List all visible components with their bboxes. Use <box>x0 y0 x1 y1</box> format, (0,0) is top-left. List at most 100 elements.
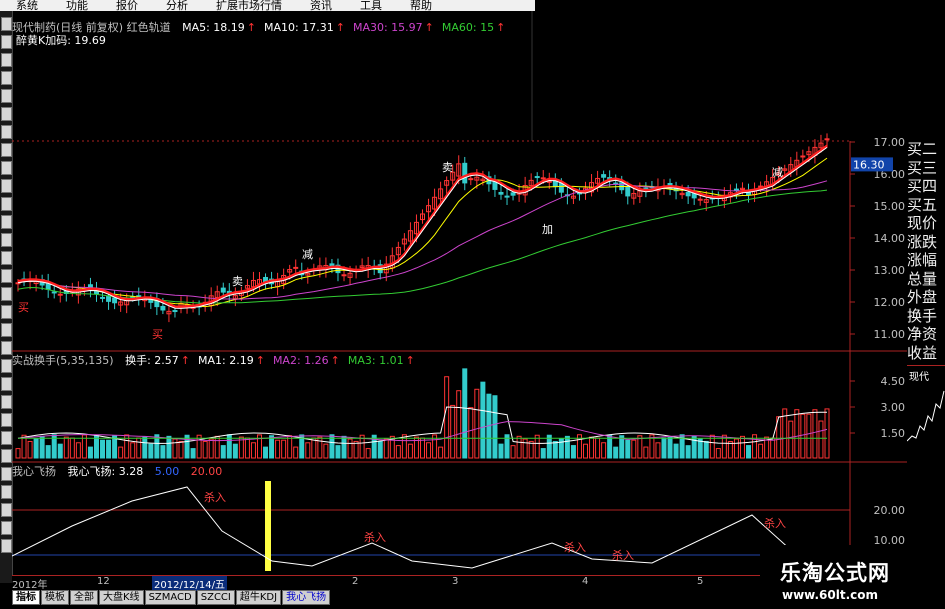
ma-label-arrow-3: ↑ <box>496 21 506 34</box>
toolbar-button-14[interactable] <box>1 269 12 283</box>
candle-body <box>106 296 112 302</box>
mini-chart[interactable]: 现代 <box>907 365 945 486</box>
chart-canvas[interactable]: 卖卖买买减减加 杀入杀入杀入杀入杀入 17.0016.0015.0014.001… <box>11 11 907 583</box>
toolbar-button-11[interactable] <box>1 215 12 229</box>
volume-bar <box>438 446 444 459</box>
volume-bar <box>220 445 226 459</box>
volume-bar <box>733 438 739 459</box>
volume-bar <box>269 435 275 459</box>
volume-bar <box>456 390 462 459</box>
indicator-tabs: 指标 模板 全部 大盘K线 SZMACD SZCCI 超牛KDJ 我心飞扬 <box>12 590 331 605</box>
toolbar-button-19[interactable] <box>1 359 12 373</box>
volume-bar <box>794 409 800 459</box>
toolbar-button-28[interactable] <box>1 521 12 535</box>
volume-bar <box>305 442 311 459</box>
candle-body <box>510 192 516 196</box>
volume-bar <box>75 442 81 459</box>
tab-0[interactable]: 指标 <box>12 590 40 605</box>
menu-tools[interactable]: 工具 <box>360 0 382 11</box>
tab-1[interactable]: 模板 <box>41 590 69 605</box>
menu-extended-market[interactable]: 扩展市场行情 <box>216 0 282 11</box>
toolbar-button-10[interactable] <box>1 197 12 211</box>
marker-reduce-2: 减 <box>772 166 783 179</box>
toolbar-button-26[interactable] <box>1 485 12 499</box>
tab-6[interactable]: 超牛KDJ <box>235 590 282 605</box>
mini-chart-line <box>907 390 945 442</box>
menu-system[interactable]: 系统 <box>16 0 38 11</box>
chart-area[interactable]: 卖卖买买减减加 杀入 杀入 杀入 杀入 杀入 17.00 16.00 15.00 14.00 1… <box>11 11 907 583</box>
toolbar-button-7[interactable] <box>1 143 12 157</box>
watermark: 乐淘公式网 www.60lt.com <box>760 545 945 609</box>
time-label-5: 4 <box>582 576 589 587</box>
toolbar-button-13[interactable] <box>1 251 12 265</box>
marker-add-1: 加 <box>542 223 553 236</box>
ma-label-0: MA5: 18.19 <box>182 21 245 34</box>
toolbar-button-21[interactable] <box>1 395 12 409</box>
marker-buy-2: 买 <box>18 301 29 314</box>
toolbar-button-27[interactable] <box>1 503 12 517</box>
candle-body <box>57 293 63 296</box>
tab-7[interactable]: 我心飞扬 <box>282 590 331 605</box>
volume-bar <box>106 439 112 459</box>
toolbar-button-2[interactable] <box>1 53 12 67</box>
volume-bar <box>407 443 413 459</box>
ma60-line <box>17 189 828 304</box>
menu-quote[interactable]: 报价 <box>116 0 138 11</box>
volume-bar <box>172 438 178 459</box>
time-label-3: 2 <box>352 576 359 587</box>
tab-3[interactable]: 大盘K线 <box>99 590 144 605</box>
volume-bar <box>510 445 516 459</box>
candle-body <box>341 274 347 277</box>
candle-body <box>800 155 806 158</box>
tab-5[interactable]: SZCCI <box>196 590 235 605</box>
toolbar-button-20[interactable] <box>1 377 12 391</box>
toolbar-button-15[interactable] <box>1 287 12 301</box>
menu-help[interactable]: 帮助 <box>410 0 432 11</box>
volume-bar <box>353 440 359 459</box>
volume-bar <box>15 448 21 459</box>
toolbar-button-9[interactable] <box>1 179 12 193</box>
sidebar-field-6: 涨幅 <box>907 251 938 269</box>
volume-bar <box>178 440 184 459</box>
time-label-1: 12 <box>97 576 110 587</box>
toolbar-button-24[interactable] <box>1 449 12 463</box>
volume-bar <box>583 443 589 459</box>
toolbar-button-12[interactable] <box>1 233 12 247</box>
candle-body <box>504 195 510 198</box>
tab-4[interactable]: SZMACD <box>144 590 196 605</box>
volume-bar <box>516 435 522 459</box>
toolbar-button-6[interactable] <box>1 125 12 139</box>
toolbar-button-23[interactable] <box>1 431 12 445</box>
sidebar-field-4: 现价 <box>907 214 938 232</box>
ind-label-3: 杀入 <box>612 548 634 562</box>
toolbar-button-3[interactable] <box>1 71 12 85</box>
toolbar-button-22[interactable] <box>1 413 12 427</box>
volume-bar <box>746 445 752 459</box>
toolbar-button-4[interactable] <box>1 89 12 103</box>
volume-bar <box>27 440 33 459</box>
toolbar-button-8[interactable] <box>1 161 12 175</box>
toolbar-button-5[interactable] <box>1 107 12 121</box>
toolbar-button-17[interactable] <box>1 323 12 337</box>
tab-2[interactable]: 全部 <box>70 590 98 605</box>
candle-body <box>540 177 546 180</box>
vol-label-arrow-3: ↑ <box>405 354 415 367</box>
menu-function[interactable]: 功能 <box>66 0 88 11</box>
ma-label-2: MA30: 15.97 <box>352 21 423 34</box>
volume-bar <box>564 435 570 459</box>
marker-buy-1: 买 <box>152 328 163 341</box>
volume-bar <box>190 448 196 459</box>
toolbar-button-18[interactable] <box>1 341 12 355</box>
toolbar-button-0[interactable] <box>1 17 12 31</box>
toolbar-button-25[interactable] <box>1 467 12 481</box>
candle-body <box>733 188 739 191</box>
toolbar-button-29[interactable] <box>1 539 12 553</box>
ind-label-0: 杀入 <box>204 490 226 504</box>
menu-analysis[interactable]: 分析 <box>166 0 188 11</box>
volume-bar <box>45 445 51 459</box>
menu-news[interactable]: 资讯 <box>310 0 332 11</box>
volume-bar <box>250 442 256 459</box>
toolbar-button-16[interactable] <box>1 305 12 319</box>
toolbar-button-1[interactable] <box>1 35 12 49</box>
volume-indicator-name: 实战换手(5,35,135) <box>12 354 114 367</box>
